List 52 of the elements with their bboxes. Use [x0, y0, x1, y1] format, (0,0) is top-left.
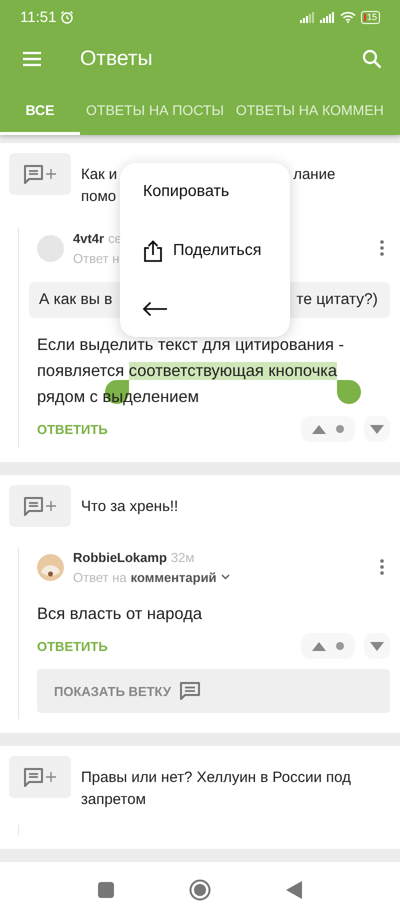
more-icon[interactable] — [380, 559, 384, 575]
selection-handle[interactable] — [337, 380, 362, 404]
signal-icon — [300, 12, 315, 22]
chat-icon — [178, 681, 201, 701]
back-arrow-icon[interactable] — [142, 301, 168, 318]
signal-icon — [320, 12, 335, 22]
vote-down-button[interactable] — [364, 633, 390, 659]
chevron-down-icon[interactable] — [220, 574, 230, 580]
add-comment-button[interactable] — [9, 485, 71, 527]
quote-text: А как вы в — [39, 291, 112, 309]
post-title[interactable]: запретом — [81, 789, 146, 811]
comment-text: Вся власть от народа — [37, 604, 203, 625]
wifi-icon — [340, 11, 356, 23]
reply-target-link[interactable]: комментарий — [130, 570, 217, 584]
menu-item[interactable]: Копировать — [120, 182, 290, 201]
chat-plus-icon — [22, 163, 58, 185]
back-icon[interactable] — [286, 880, 302, 898]
search-icon[interactable] — [362, 49, 382, 69]
home-icon[interactable] — [189, 878, 211, 900]
reply-label: Ответ н — [73, 250, 120, 266]
battery-icon: 15 — [360, 10, 380, 24]
down-triangle-icon — [370, 642, 384, 650]
up-triangle-icon — [312, 642, 326, 650]
menu-icon[interactable] — [22, 51, 42, 67]
share-icon — [143, 240, 163, 262]
post-title[interactable]: Как и — [81, 164, 118, 186]
author-name[interactable]: 4vt4r — [73, 230, 104, 246]
reply-label: Ответ на — [73, 570, 127, 584]
menu-item[interactable]: Поделиться — [120, 240, 290, 262]
post-title[interactable]: помо — [81, 186, 116, 208]
author-name[interactable]: RobbieLokamp — [73, 550, 167, 564]
post-title[interactable]: лание — [293, 164, 336, 186]
vote-down-button[interactable] — [364, 416, 390, 442]
dot-icon — [336, 642, 344, 650]
alarm-icon — [60, 10, 74, 24]
recents-icon[interactable] — [98, 882, 114, 898]
comment-time: 32м — [170, 550, 194, 564]
up-triangle-icon — [312, 424, 326, 434]
chat-plus-icon — [22, 495, 58, 517]
down-triangle-icon — [370, 424, 384, 434]
vote-up-button[interactable] — [301, 633, 355, 659]
add-comment-button[interactable] — [9, 153, 71, 195]
more-icon[interactable] — [380, 240, 384, 256]
screen-title: Ответы — [80, 47, 154, 71]
post-title[interactable]: Что за хрень!! — [81, 496, 178, 518]
quote-text: те цитату?) — [296, 291, 378, 309]
dot-icon — [336, 425, 344, 433]
chat-plus-icon — [22, 766, 58, 788]
add-comment-button[interactable] — [9, 756, 71, 798]
vote-up-button[interactable] — [301, 416, 355, 442]
status-time: 11:51 — [20, 8, 56, 26]
post-title[interactable]: Правы или нет? Хеллуин в России под — [81, 767, 351, 789]
